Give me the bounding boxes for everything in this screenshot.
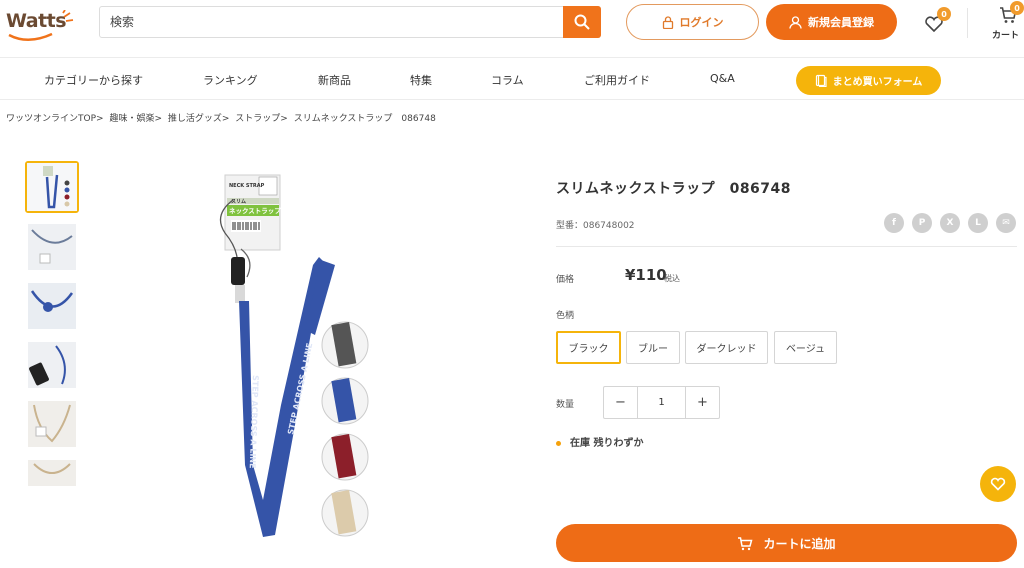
- lock-icon: [662, 15, 673, 29]
- logo-smile-icon: [8, 10, 74, 41]
- main-product-image[interactable]: NECK STRAP スリム ネックストラップ STEP ACROSS A LI…: [195, 165, 385, 550]
- strap-beige-thumb: [28, 401, 76, 447]
- thumbnail-5[interactable]: [25, 398, 79, 450]
- thumbnail-6[interactable]: [25, 457, 79, 487]
- login-button[interactable]: ログイン: [626, 4, 759, 40]
- site-header: Watts ログイン 新規会員登録 0: [0, 0, 1024, 58]
- user-icon: [789, 15, 802, 29]
- line-icon[interactable]: L: [968, 213, 988, 233]
- register-button[interactable]: 新規会員登録: [766, 4, 897, 40]
- nav-category[interactable]: カテゴリーから探す: [44, 72, 143, 88]
- register-label: 新規会員登録: [808, 16, 874, 29]
- main-nav: カテゴリーから探す ランキング 新商品 特集 コラム ご利用ガイド Q&A まと…: [0, 59, 1024, 100]
- favorites-badge: 0: [937, 7, 951, 21]
- cart-button[interactable]: 0 カート: [990, 1, 1024, 44]
- add-to-cart-label: カートに追加: [763, 536, 836, 551]
- quantity-minus-button[interactable]: −: [604, 387, 638, 418]
- nav-new-items[interactable]: 新商品: [318, 72, 351, 88]
- nav-ranking[interactable]: ランキング: [203, 72, 258, 88]
- bulk-order-button[interactable]: まとめ買いフォーム: [796, 66, 941, 95]
- nav-features[interactable]: 特集: [410, 72, 432, 88]
- stock-indicator-dot: [556, 440, 561, 446]
- breadcrumb-hobby[interactable]: 趣味・娯楽>: [109, 114, 162, 124]
- nav-qa[interactable]: Q&A: [710, 72, 735, 85]
- stock-text: 在庫 残りわずか: [570, 438, 644, 449]
- add-to-cart-button[interactable]: カートに追加: [556, 524, 1017, 562]
- quantity-label: 数量: [556, 400, 575, 410]
- thumbnail-4[interactable]: [25, 339, 79, 391]
- header-divider: [967, 8, 968, 38]
- product-model-number: 型番：086748002: [556, 221, 635, 231]
- strap-photo-thumb: [28, 224, 76, 270]
- floating-favorite-button[interactable]: [980, 466, 1016, 502]
- cart-label: カート: [992, 31, 1020, 41]
- strap-partial-thumb: [28, 460, 76, 486]
- site-logo[interactable]: Watts: [6, 10, 76, 41]
- tax-label: 税込: [664, 274, 680, 283]
- nav-column[interactable]: コラム: [491, 72, 524, 88]
- stock-status: 在庫 残りわずか: [556, 434, 643, 449]
- breadcrumb-oshikatsu[interactable]: 推し活グッズ>: [168, 114, 230, 124]
- quantity-value[interactable]: 1: [638, 387, 685, 418]
- strap-phone-thumb: [28, 342, 76, 388]
- color-option-black[interactable]: ブラック: [556, 331, 621, 364]
- strap-detail-thumb: [28, 283, 76, 329]
- favorites-button[interactable]: 0: [924, 7, 951, 34]
- search-input[interactable]: [110, 7, 560, 37]
- color-option-blue[interactable]: ブルー: [626, 331, 680, 364]
- cart-icon: [738, 536, 753, 550]
- mail-icon[interactable]: ✉: [996, 213, 1016, 233]
- package-slim-text: スリム: [231, 199, 246, 205]
- book-icon: [815, 74, 827, 87]
- x-icon[interactable]: X: [940, 213, 960, 233]
- thumbnail-2[interactable]: [25, 221, 79, 273]
- color-option-beige[interactable]: ベージュ: [774, 331, 837, 364]
- product-photo: NECK STRAP スリム ネックストラップ STEP ACROSS A LI…: [219, 174, 369, 537]
- bulk-order-label: まとめ買いフォーム: [832, 77, 923, 88]
- breadcrumb: ワッツオンラインTOP> 趣味・娯楽> 推し活グッズ> ストラップ> スリムネッ…: [6, 111, 439, 124]
- nav-guide[interactable]: ご利用ガイド: [584, 72, 650, 88]
- price-label: 価格: [556, 275, 575, 285]
- cart-badge: 0: [1010, 1, 1024, 15]
- strap-package-thumb: [27, 163, 77, 211]
- color-option-darkred[interactable]: ダークレッド: [685, 331, 768, 364]
- thumbnail-1[interactable]: [25, 161, 79, 213]
- package-brand-text: NECK STRAP: [229, 183, 265, 189]
- search-box: [99, 6, 601, 38]
- color-label: 色柄: [556, 311, 575, 321]
- breadcrumb-current: スリムネックストラップ 086748: [293, 114, 436, 124]
- search-button[interactable]: [563, 6, 601, 38]
- search-icon: [574, 14, 590, 30]
- quantity-plus-button[interactable]: +: [685, 387, 719, 418]
- price-value: ¥110: [625, 266, 667, 284]
- login-label: ログイン: [679, 16, 724, 29]
- breadcrumb-home[interactable]: ワッツオンラインTOP>: [6, 114, 104, 124]
- pinterest-icon[interactable]: P: [912, 213, 932, 233]
- heart-icon: [990, 477, 1006, 491]
- product-title: スリムネックストラップ 086748: [556, 181, 792, 197]
- info-divider: [556, 246, 1017, 247]
- quantity-stepper: − 1 +: [603, 386, 720, 419]
- package-title-text: ネックストラップ: [229, 206, 281, 215]
- breadcrumb-strap[interactable]: ストラップ>: [235, 114, 288, 124]
- thumbnail-3[interactable]: [25, 280, 79, 332]
- facebook-icon[interactable]: f: [884, 213, 904, 233]
